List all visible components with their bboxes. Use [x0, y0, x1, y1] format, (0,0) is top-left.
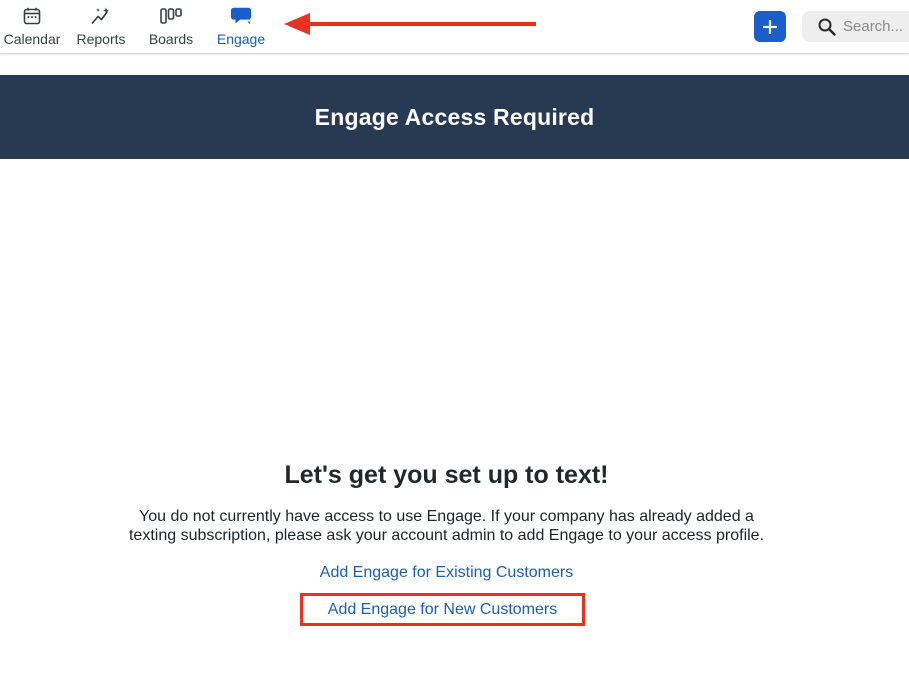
plus-icon: [763, 19, 777, 34]
setup-message: Let's get you set up to text! You do not…: [0, 455, 893, 545]
boards-icon: [160, 6, 182, 26]
setup-heading: Let's get you set up to text!: [284, 461, 609, 489]
nav-item-boards[interactable]: Boards: [147, 6, 195, 48]
search-icon: [818, 18, 836, 36]
existing-customers-link-wrap: Add Engage for Existing Customers: [0, 563, 893, 583]
annotation-arrow: [284, 13, 536, 35]
sparkle-chart-icon: [90, 6, 112, 26]
top-navigation-bar: Calendar Reports Boards Engage Search...: [0, 0, 909, 54]
access-required-banner: Engage Access Required: [0, 75, 909, 159]
nav-item-label: Boards: [148, 31, 194, 47]
search-input[interactable]: [843, 18, 909, 35]
banner-title: Engage Access Required: [314, 103, 595, 130]
calendar-icon: [21, 6, 43, 26]
nav-item-engage[interactable]: Engage: [215, 6, 267, 48]
nav-item-reports[interactable]: Reports: [75, 6, 127, 48]
nav-item-label: Reports: [76, 31, 126, 47]
add-engage-new-customers-link[interactable]: Add Engage for New Customers: [328, 601, 557, 619]
add-new-button[interactable]: [754, 11, 786, 42]
nav-item-label: Engage: [216, 31, 266, 47]
chat-bubbles-icon: [230, 6, 252, 26]
nav-item-calendar[interactable]: Calendar: [3, 6, 61, 48]
annotation-highlight-box: Add Engage for New Customers: [300, 593, 585, 626]
add-engage-existing-customers-link[interactable]: Add Engage for Existing Customers: [0, 563, 893, 583]
search-box[interactable]: [802, 11, 909, 42]
access-description: You do not currently have access to use …: [128, 508, 765, 544]
nav-item-label: Calendar: [3, 31, 61, 47]
